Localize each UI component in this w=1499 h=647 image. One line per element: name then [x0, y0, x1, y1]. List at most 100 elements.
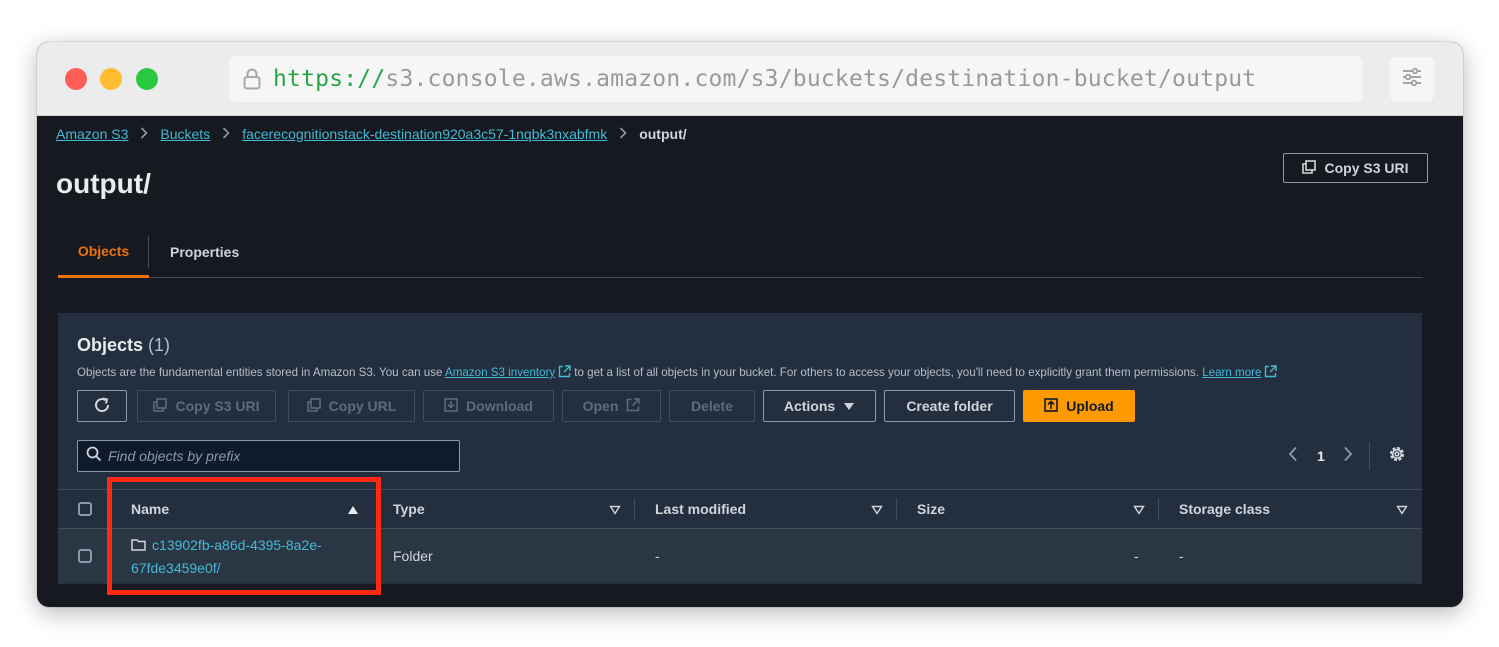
page-number[interactable]: 1	[1317, 444, 1325, 468]
sort-descending-icon[interactable]	[1396, 502, 1408, 518]
column-name-label: Name	[131, 501, 170, 517]
copy-s3-uri-button[interactable]: Copy S3 URI	[137, 390, 276, 422]
column-header-last-modified[interactable]: Last modified	[655, 490, 883, 528]
chevron-right-icon	[140, 126, 149, 142]
upload-icon	[1044, 397, 1059, 415]
row-type-cell: Folder	[393, 548, 433, 564]
row-storage-class-cell: -	[1179, 548, 1184, 564]
chevron-right-icon	[619, 126, 627, 142]
close-window-button[interactable]	[65, 68, 87, 90]
tab-properties[interactable]: Properties	[170, 226, 239, 278]
chevron-right-icon	[1343, 446, 1353, 467]
checkbox[interactable]	[78, 502, 92, 516]
column-type-label: Type	[393, 501, 425, 517]
select-all-checkbox[interactable]	[78, 490, 92, 528]
breadcrumb: Amazon S3 Buckets facerecognitionstack-d…	[56, 126, 687, 142]
column-storage-class-label: Storage class	[1179, 501, 1271, 517]
chevron-right-icon	[222, 126, 230, 142]
create-folder-label: Create folder	[906, 398, 993, 414]
browser-titlebar: https://s3.console.aws.amazon.com/s3/buc…	[37, 42, 1463, 116]
sort-descending-icon[interactable]	[871, 502, 883, 518]
open-button[interactable]: Open	[562, 390, 661, 422]
open-label: Open	[582, 398, 619, 414]
download-label: Download	[466, 398, 533, 414]
lock-icon	[237, 64, 267, 94]
sort-ascending-icon[interactable]	[347, 502, 359, 518]
folder-name-line1[interactable]: c13902fb-a86d-4395-8a2e-	[152, 537, 322, 553]
column-divider	[896, 498, 897, 520]
delete-label: Delete	[690, 398, 734, 414]
upload-button[interactable]: Upload	[1023, 390, 1135, 422]
objects-panel: Objects (1) Objects are the fundamental …	[58, 313, 1422, 584]
checkbox[interactable]	[78, 549, 92, 563]
table-header: Name Type Last modified Size Storage cla…	[58, 489, 1422, 529]
breadcrumb-amazon-s3[interactable]: Amazon S3	[56, 126, 128, 142]
create-folder-button[interactable]: Create folder	[884, 390, 1015, 422]
external-link-icon	[558, 365, 571, 381]
column-header-type[interactable]: Type	[393, 490, 621, 528]
maximize-window-button[interactable]	[136, 68, 158, 90]
prev-page-button[interactable]	[1288, 444, 1298, 468]
row-last-modified-cell: -	[655, 548, 660, 564]
search-field[interactable]	[77, 440, 460, 472]
copy-icon	[153, 397, 168, 415]
breadcrumb-current: output/	[639, 126, 687, 142]
pager-divider	[1369, 442, 1370, 470]
table-settings-button[interactable]	[1388, 444, 1406, 468]
actions-label: Actions	[783, 398, 836, 414]
url-text: https://s3.console.aws.amazon.com/s3/buc…	[273, 66, 1257, 92]
table-row[interactable]: c13902fb-a86d-4395-8a2e- 67fde3459e0f/ F…	[58, 529, 1422, 583]
s3-console-content: Amazon S3 Buckets facerecognitionstack-d…	[37, 116, 1463, 607]
copy-url-label: Copy URL	[328, 398, 397, 414]
copy-s3-uri-header-button[interactable]: Copy S3 URI	[1283, 153, 1428, 183]
objects-count: (1)	[148, 335, 171, 355]
refresh-button[interactable]	[77, 390, 127, 422]
folder-icon	[131, 535, 146, 557]
column-last-modified-label: Last modified	[655, 501, 747, 517]
copy-icon	[1302, 159, 1317, 177]
delete-button[interactable]: Delete	[669, 390, 755, 422]
actions-dropdown[interactable]: Actions	[763, 390, 876, 422]
row-select-checkbox[interactable]	[78, 529, 92, 583]
download-icon	[444, 397, 458, 415]
column-divider	[634, 498, 635, 520]
column-size-label: Size	[917, 501, 946, 517]
folder-name-line2[interactable]: 67fde3459e0f/	[131, 560, 221, 576]
learn-more-link[interactable]: Learn more	[1202, 366, 1261, 379]
external-link-icon	[1264, 365, 1278, 381]
row-size-cell: -	[1134, 548, 1139, 564]
copy-icon	[306, 397, 321, 415]
folder-link[interactable]: c13902fb-a86d-4395-8a2e- 67fde3459e0f/	[131, 534, 322, 579]
copy-url-button[interactable]: Copy URL	[288, 390, 415, 422]
column-divider	[1158, 498, 1159, 520]
browser-settings-button[interactable]	[1390, 57, 1434, 101]
row-name-cell: c13902fb-a86d-4395-8a2e- 67fde3459e0f/	[131, 529, 371, 583]
download-button[interactable]: Download	[423, 390, 554, 422]
copy-s3-uri-label: Copy S3 URI	[175, 398, 260, 414]
sort-descending-icon[interactable]	[1133, 502, 1145, 518]
tab-divider	[148, 236, 149, 268]
column-header-size[interactable]: Size	[917, 490, 1145, 528]
breadcrumb-buckets[interactable]: Buckets	[160, 126, 210, 142]
objects-panel-title: Objects (1)	[77, 335, 171, 355]
page-title: output/	[56, 168, 151, 199]
minimize-window-button[interactable]	[100, 68, 122, 90]
search-icon	[86, 446, 102, 467]
chevron-left-icon	[1288, 446, 1298, 467]
address-bar[interactable]: https://s3.console.aws.amazon.com/s3/buc…	[229, 56, 1362, 102]
search-input[interactable]	[108, 448, 448, 464]
column-header-name[interactable]: Name	[131, 490, 359, 528]
caret-down-icon	[843, 398, 855, 414]
column-header-storage-class[interactable]: Storage class	[1179, 490, 1408, 528]
upload-label: Upload	[1066, 398, 1114, 414]
tab-bar: Objects Properties	[58, 226, 1423, 278]
external-link-icon	[626, 397, 641, 415]
breadcrumb-bucket-name[interactable]: facerecognitionstack-destination920a3c57…	[242, 126, 607, 142]
sort-descending-icon[interactable]	[609, 502, 621, 518]
inventory-link[interactable]: Amazon S3 inventory	[445, 366, 555, 379]
next-page-button[interactable]	[1343, 444, 1353, 468]
objects-description: Objects are the fundamental entities sto…	[77, 365, 1280, 381]
copy-s3-uri-label: Copy S3 URI	[1324, 160, 1409, 176]
tab-objects[interactable]: Objects	[58, 226, 149, 278]
refresh-icon	[93, 396, 111, 417]
